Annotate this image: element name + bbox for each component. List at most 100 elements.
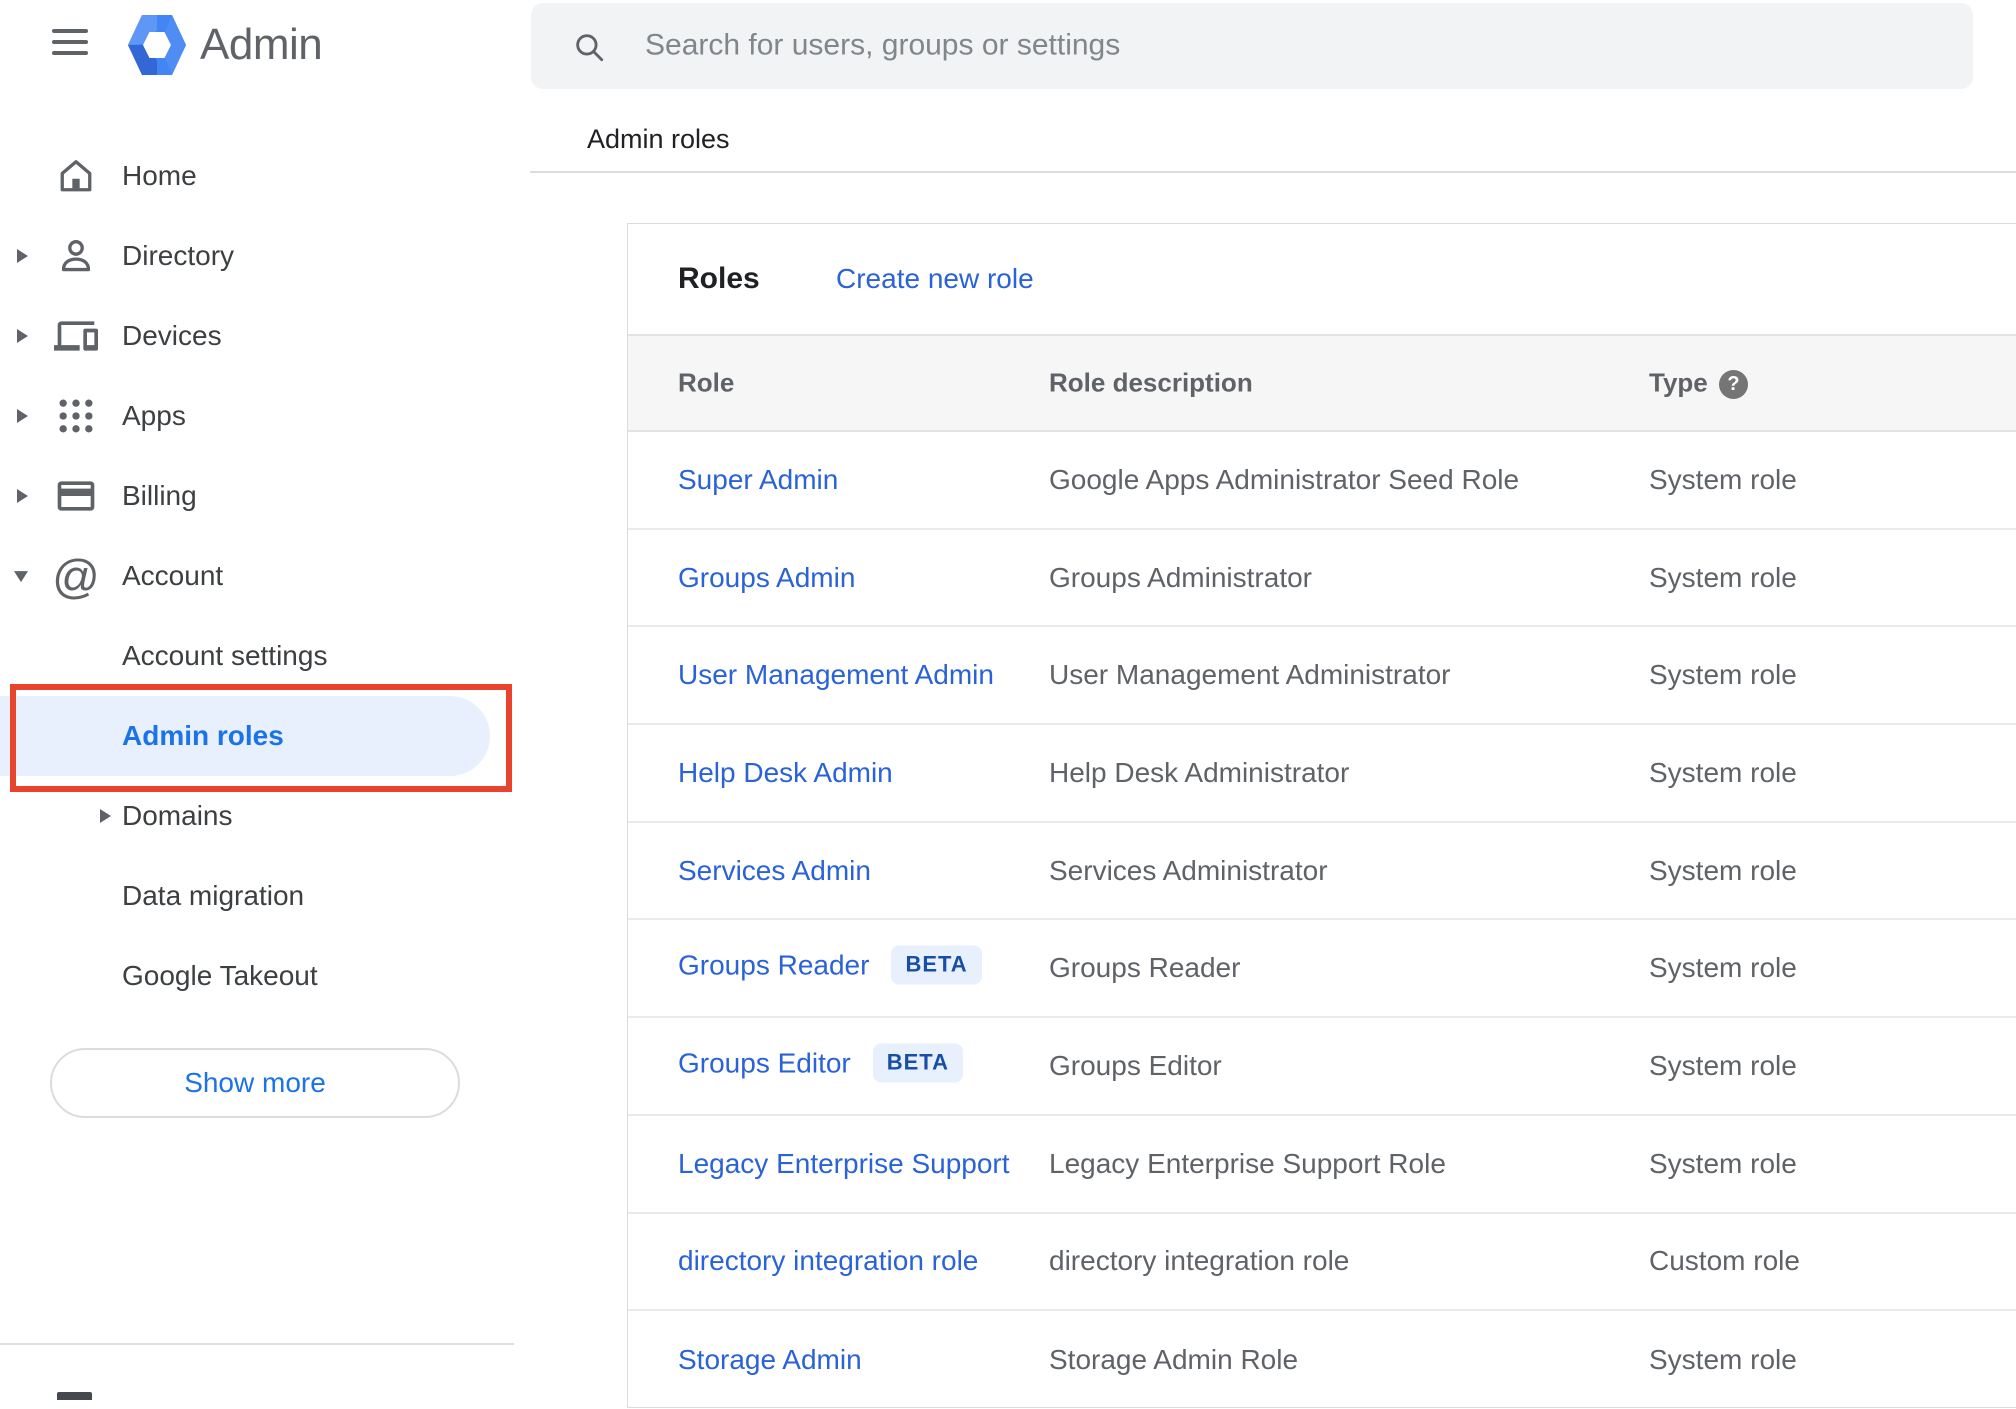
chevron-right-icon[interactable]	[17, 489, 28, 503]
role-description: User Management Administrator	[1049, 659, 1451, 691]
role-link[interactable]: directory integration role	[678, 1245, 978, 1277]
sidebar-item-label: Directory	[122, 240, 235, 271]
sidebar-item-label: Admin roles	[122, 720, 284, 751]
table-row: User Management Admin User Management Adm…	[628, 627, 2016, 726]
home-icon	[53, 153, 99, 199]
table-row: Services Admin Services Administrator Syst…	[628, 823, 2016, 921]
search-input[interactable]: Search for users, groups or settings	[531, 3, 1973, 89]
role-type: System role	[1649, 561, 1797, 593]
sidebar-item-data-migration[interactable]: Data migration	[0, 856, 514, 936]
role-type: System role	[1649, 1049, 1797, 1081]
role-link[interactable]: Groups Reader BETA	[678, 945, 982, 988]
column-header-role: Role	[678, 367, 735, 398]
create-new-role-link[interactable]: Create new role	[836, 224, 1034, 334]
role-description: directory integration role	[1049, 1245, 1350, 1277]
at-sign-icon: @	[52, 549, 100, 603]
sidebar-item-label: Devices	[122, 320, 222, 351]
chevron-right-icon[interactable]	[17, 409, 28, 423]
sidebar-item-label: Domains	[122, 800, 233, 831]
partial-bottom-icon	[57, 1392, 92, 1400]
panel-title: Roles	[678, 262, 760, 295]
role-description: Groups Reader	[1049, 952, 1241, 984]
role-type: System role	[1649, 463, 1797, 495]
show-more-label: Show more	[184, 1067, 326, 1098]
credit-card-icon	[53, 473, 99, 519]
role-description: Google Apps Administrator Seed Role	[1049, 463, 1520, 495]
column-header-role-description: Role description	[1049, 367, 1253, 398]
roles-panel: Roles Create new role Role Role descript…	[627, 223, 2016, 1408]
sidebar-item-home[interactable]: Home	[0, 136, 514, 216]
role-description: Groups Editor	[1049, 1049, 1222, 1081]
chevron-right-icon[interactable]	[17, 329, 28, 343]
sidebar-subnav: Account settings Admin roles Domains Data m…	[0, 616, 514, 1016]
role-link[interactable]: Groups Editor BETA	[678, 1043, 964, 1085]
sidebar-item-label: Google Takeout	[122, 960, 318, 991]
sidebar-item-google-takeout[interactable]: Google Takeout	[0, 936, 514, 1016]
table-row: directory integration role directory inte…	[628, 1214, 2016, 1312]
apps-grid-icon	[53, 393, 99, 439]
sidebar-item-domains[interactable]: Domains	[0, 776, 514, 856]
menu-icon[interactable]	[52, 27, 88, 57]
table-row: Storage Admin Storage Admin Role System ro…	[628, 1311, 2016, 1409]
table-row: Groups Reader BETA Groups Reader System rol…	[628, 920, 2016, 1019]
table-row: Groups Editor BETA Groups Editor System rol…	[628, 1018, 2016, 1116]
person-icon	[53, 233, 99, 279]
sidebar-item-directory[interactable]: Directory	[0, 216, 514, 296]
sidebar-item-billing[interactable]: Billing	[0, 456, 514, 536]
role-description: Legacy Enterprise Support Role	[1049, 1147, 1446, 1179]
table-row: Help Desk Admin Help Desk Administrator Sy…	[628, 725, 2016, 823]
sidebar-item-account-settings[interactable]: Account settings	[0, 616, 514, 696]
table-row: Super Admin Google Apps Administrator See…	[628, 432, 2016, 530]
role-description: Groups Administrator	[1049, 561, 1312, 593]
sidebar-item-account[interactable]: @ Account	[0, 536, 514, 616]
chevron-right-icon[interactable]	[17, 249, 28, 263]
sidebar-nav: Home Directory Devices Apps Billing @ Account	[0, 136, 514, 616]
help-icon[interactable]: ?	[1719, 370, 1748, 399]
table-row: Legacy Enterprise Support Legacy Enterpri…	[628, 1116, 2016, 1214]
search-icon	[576, 34, 604, 62]
beta-badge: BETA	[891, 945, 982, 985]
header-divider	[530, 171, 2016, 173]
role-type: System role	[1649, 1344, 1797, 1376]
role-link[interactable]: Services Admin	[678, 855, 871, 887]
role-type: System role	[1649, 756, 1797, 788]
app-title: Admin	[200, 20, 323, 69]
sidebar-item-devices[interactable]: Devices	[0, 296, 514, 376]
sidebar-item-label: Data migration	[122, 880, 305, 911]
sidebar-item-apps[interactable]: Apps	[0, 376, 514, 456]
role-description: Help Desk Administrator	[1049, 756, 1350, 788]
role-description: Services Administrator	[1049, 854, 1328, 886]
admin-logo-icon	[128, 15, 186, 75]
breadcrumb: Admin roles	[587, 124, 730, 154]
role-type: Custom role	[1649, 1245, 1800, 1277]
role-link[interactable]: Super Admin	[678, 464, 838, 496]
sidebar-item-label: Account	[122, 560, 224, 591]
role-type: System role	[1649, 952, 1797, 984]
chevron-right-icon[interactable]	[100, 809, 111, 823]
role-link[interactable]: Help Desk Admin	[678, 757, 893, 789]
sidebar-item-label: Billing	[122, 480, 197, 511]
role-type: System role	[1649, 659, 1797, 691]
sidebar-item-label: Account settings	[122, 640, 328, 671]
column-header-type: Type	[1649, 367, 1708, 398]
roles-table: Super Admin Google Apps Administrator See…	[628, 432, 2016, 1409]
sidebar-item-admin-roles[interactable]: Admin roles	[0, 696, 490, 776]
role-link[interactable]: Storage Admin	[678, 1344, 862, 1376]
sidebar-item-label: Home	[122, 160, 197, 191]
devices-icon	[53, 313, 99, 359]
role-link[interactable]: User Management Admin	[678, 659, 994, 691]
table-row: Groups Admin Groups Administrator System r…	[628, 530, 2016, 628]
sidebar-item-label: Apps	[122, 400, 186, 431]
chevron-down-icon[interactable]	[14, 571, 28, 583]
role-link[interactable]: Legacy Enterprise Support	[678, 1148, 1010, 1180]
role-type: System role	[1649, 854, 1797, 886]
sidebar-divider	[0, 1343, 514, 1345]
show-more-button[interactable]: Show more	[50, 1048, 460, 1118]
role-description: Storage Admin Role	[1049, 1344, 1299, 1376]
table-header: Role Role description Type ?	[628, 334, 2016, 432]
beta-badge: BETA	[872, 1043, 964, 1083]
search-placeholder: Search for users, groups or settings	[645, 28, 1121, 62]
role-link[interactable]: Groups Admin	[678, 562, 855, 594]
sidebar: Admin Home Directory Devices Apps Billing @ Ac…	[0, 0, 514, 1400]
role-type: System role	[1649, 1147, 1797, 1179]
